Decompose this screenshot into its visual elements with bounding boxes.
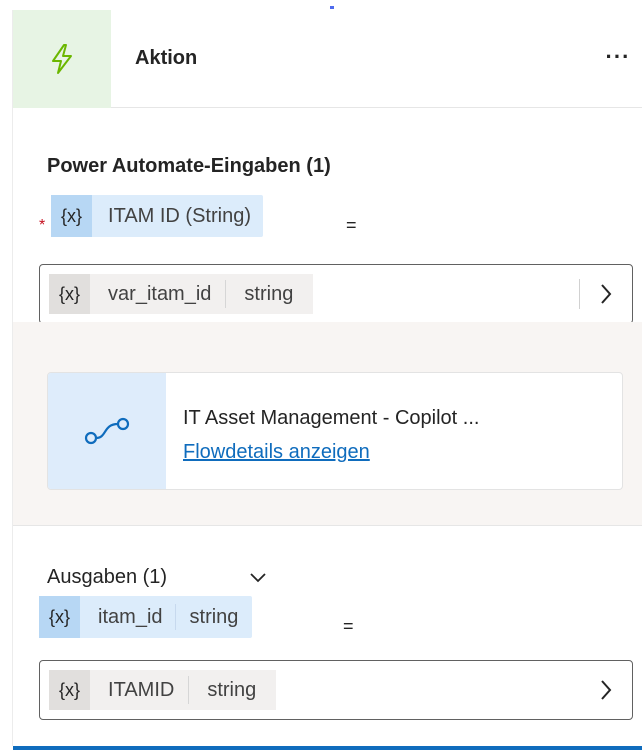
flow-name: IT Asset Management - Copilot ... [183, 407, 480, 429]
flow-card: IT Asset Management - Copilot ... Flowde… [47, 372, 623, 490]
output-value-type: string [207, 678, 257, 701]
input-value-name: var_itam_id [108, 282, 212, 305]
chevron-down-icon[interactable] [247, 566, 269, 588]
output-value-field[interactable]: {x} ITAMID string [39, 660, 633, 720]
input-parameter-chip: {x} ITAM ID (String) [51, 195, 263, 237]
input-value-chip: {x} var_itam_id string [49, 274, 314, 314]
equals-sign: = [343, 616, 354, 636]
flow-connector-icon [84, 417, 130, 445]
connector-line [330, 6, 334, 9]
input-value-field[interactable]: {x} var_itam_id string [39, 264, 633, 324]
output-parameter-chip: {x} itam_id string [39, 596, 253, 638]
input-parameter-name: ITAM ID (String) [108, 204, 251, 227]
card-bottom-accent [13, 746, 642, 750]
variable-icon: {x} [51, 195, 93, 237]
output-parameter-name: itam_id [98, 605, 163, 628]
inputs-section-title: Power Automate-Eingaben (1) [47, 155, 331, 177]
field-divider [579, 279, 580, 309]
variable-icon: {x} [39, 596, 81, 638]
variable-icon: {x} [49, 670, 91, 710]
outputs-section-title: Ausgaben (1) [47, 566, 167, 589]
output-value-name: ITAMID [108, 678, 175, 701]
output-value-chip: {x} ITAMID string [49, 670, 277, 710]
flow-details-link[interactable]: Flowdetails anzeigen [183, 441, 370, 464]
equals-sign: = [346, 215, 357, 235]
required-marker: * [39, 217, 46, 234]
lightning-icon [52, 44, 72, 74]
more-options-button[interactable]: ··· [601, 42, 635, 72]
variable-icon: {x} [49, 274, 91, 314]
node-title: Aktion [135, 47, 198, 69]
output-parameter-type: string [189, 605, 239, 628]
chevron-right-icon[interactable] [594, 282, 618, 306]
outputs-section-label: Ausgaben (1) [47, 566, 168, 588]
chevron-right-icon[interactable] [594, 678, 618, 702]
action-icon-container [13, 10, 111, 108]
action-node-card: Aktion ··· Power Automate-Eingaben (1) *… [12, 10, 642, 750]
node-header: Aktion ··· [13, 10, 642, 108]
input-value-type: string [244, 282, 294, 305]
flow-icon-container [48, 373, 166, 489]
